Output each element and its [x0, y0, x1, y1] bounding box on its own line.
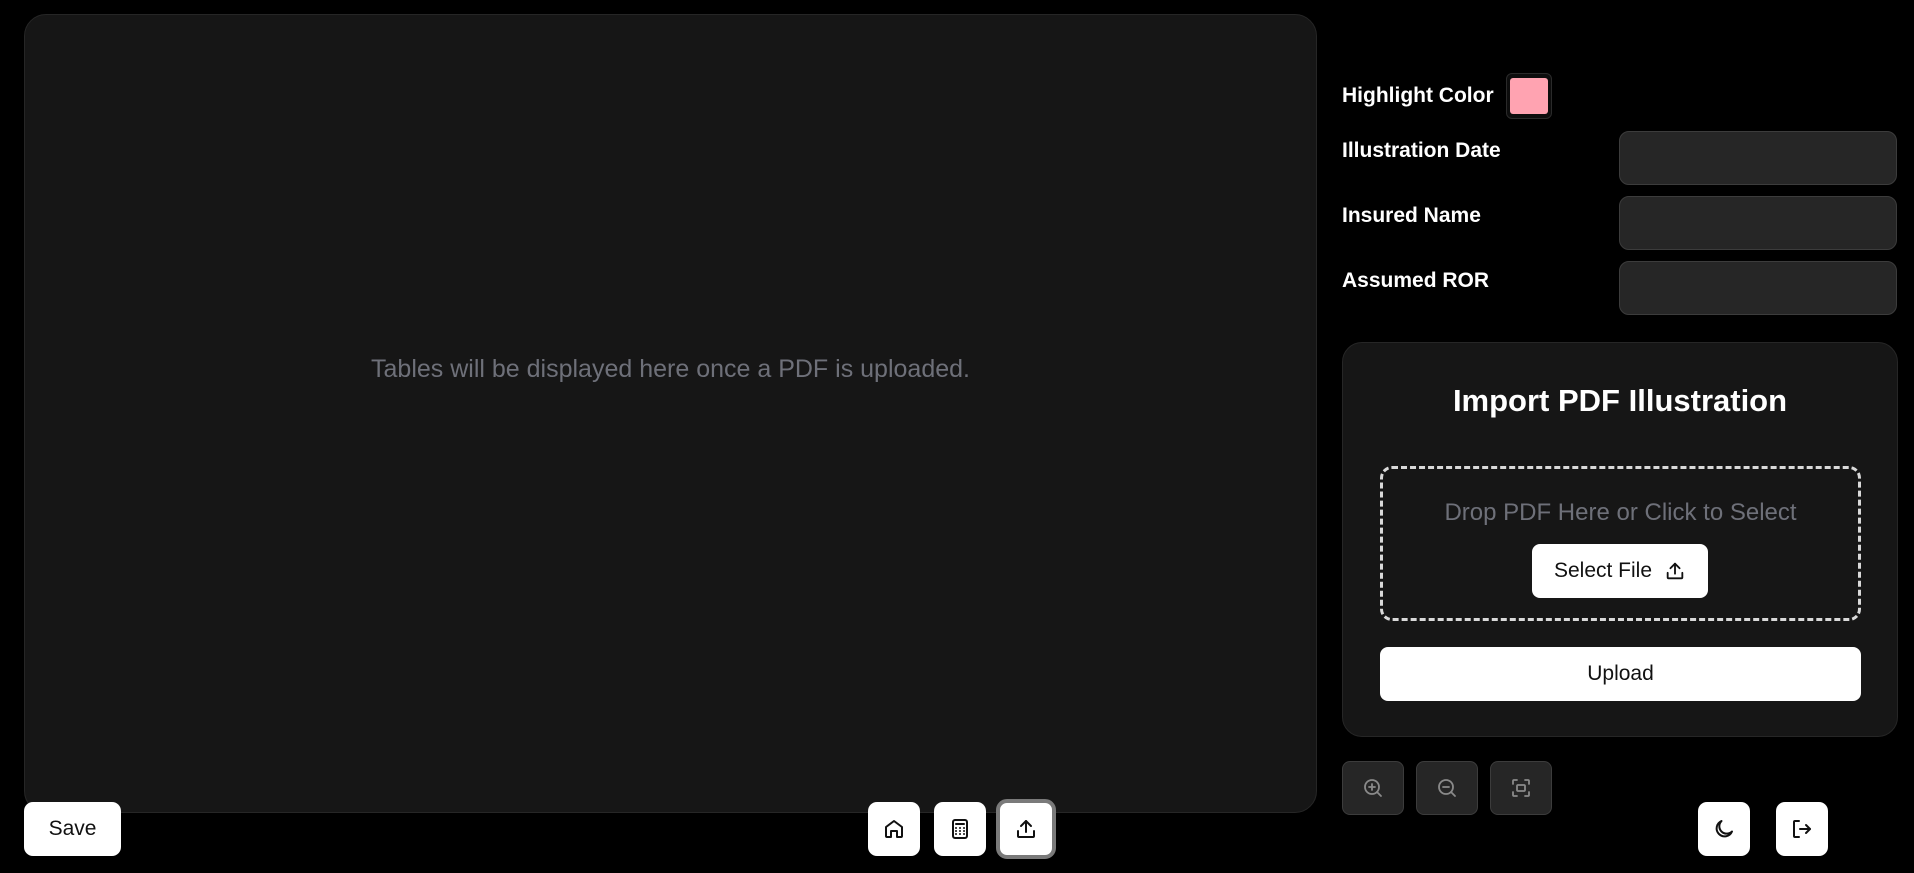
pdf-drop-zone[interactable]: Drop PDF Here or Click to Select Select …	[1380, 466, 1861, 621]
upload-button[interactable]: Upload	[1380, 647, 1861, 701]
zoom-out-icon	[1435, 776, 1459, 800]
illustration-date-label: Illustration Date	[1342, 139, 1501, 162]
upload-icon	[1664, 560, 1686, 582]
calculator-icon	[948, 817, 972, 841]
save-button[interactable]: Save	[24, 802, 121, 856]
drop-zone-text: Drop PDF Here or Click to Select	[1444, 499, 1797, 526]
highlight-color-picker[interactable]	[1505, 73, 1552, 119]
home-button[interactable]	[868, 802, 920, 856]
fit-screen-button[interactable]	[1490, 761, 1552, 815]
select-file-button[interactable]: Select File	[1532, 544, 1708, 598]
app-page: Tables will be displayed here once a PDF…	[0, 0, 1914, 873]
highlight-color-row: Highlight Color	[1342, 72, 1896, 120]
select-file-label: Select File	[1553, 559, 1653, 582]
table-display-panel: Tables will be displayed here once a PDF…	[24, 14, 1317, 813]
zoom-out-button[interactable]	[1416, 761, 1478, 815]
import-title: Import PDF Illustration	[1452, 383, 1788, 418]
fit-screen-icon	[1509, 776, 1533, 800]
logout-icon	[1790, 817, 1814, 841]
import-pdf-card: Import PDF Illustration Drop PDF Here or…	[1342, 342, 1898, 737]
home-icon	[882, 817, 906, 841]
insured-name-input[interactable]	[1619, 196, 1897, 250]
assumed-ror-label: Assumed ROR	[1342, 269, 1490, 292]
empty-tables-message: Tables will be displayed here once a PDF…	[371, 355, 970, 383]
illustration-date-row: Illustration Date	[1342, 131, 1897, 187]
logout-button[interactable]	[1776, 802, 1828, 856]
highlight-color-swatch	[1509, 78, 1548, 114]
calculator-button[interactable]	[934, 802, 986, 856]
highlight-color-label: Highlight Color	[1342, 84, 1494, 107]
insured-name-row: Insured Name	[1342, 196, 1897, 252]
zoom-in-button[interactable]	[1342, 761, 1404, 815]
zoom-in-icon	[1361, 776, 1385, 800]
upload-icon	[1014, 817, 1038, 841]
theme-toggle-button[interactable]	[1698, 802, 1750, 856]
assumed-ror-row: Assumed ROR	[1342, 261, 1897, 317]
insured-name-label: Insured Name	[1342, 204, 1481, 227]
illustration-form: Highlight Color Illustration Date Insure…	[1342, 72, 1897, 317]
assumed-ror-input[interactable]	[1619, 261, 1897, 315]
upload-nav-button[interactable]	[996, 799, 1056, 859]
moon-icon	[1712, 817, 1736, 841]
illustration-date-input[interactable]	[1619, 131, 1897, 185]
